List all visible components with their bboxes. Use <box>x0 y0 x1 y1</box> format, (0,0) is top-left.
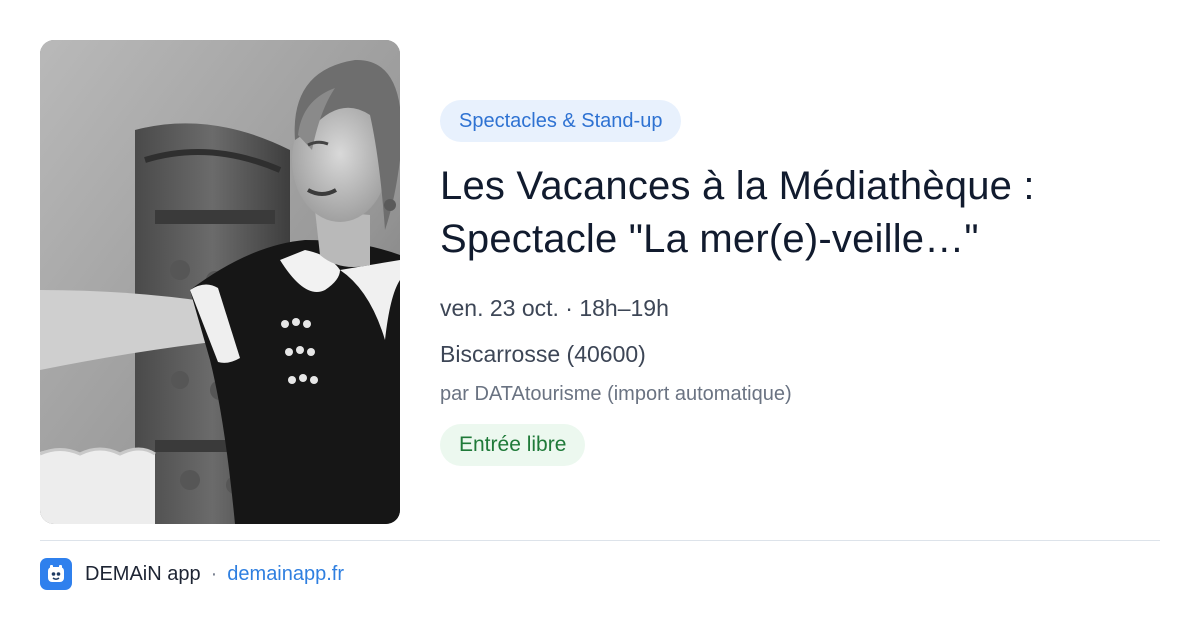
event-share-card: Spectacles & Stand-up Les Vacances à la … <box>0 0 1200 630</box>
event-source: par DATAtourisme (import automatique) <box>440 383 792 405</box>
event-title: Les Vacances à la Médiathèque : Spectacl… <box>440 160 1160 266</box>
footer: DEMAiN app · demainapp.fr <box>40 558 344 590</box>
event-location: Biscarrosse (40600) <box>440 341 646 367</box>
event-info: Spectacles & Stand-up Les Vacances à la … <box>440 100 1160 466</box>
footer-divider <box>40 540 1160 541</box>
price-badge: Entrée libre <box>440 424 586 466</box>
event-title-line-1: Les Vacances à la Médiathèque : <box>440 164 1035 208</box>
event-date: ven. 23 oct. · 18h–19h <box>440 295 669 321</box>
event-photo <box>40 40 400 524</box>
footer-separator: · <box>210 562 218 585</box>
demain-app-logo-icon <box>40 558 72 590</box>
category-badge[interactable]: Spectacles & Stand-up <box>440 100 682 142</box>
event-title-line-2: Spectacle "La mer(e)-veille…" <box>440 217 979 261</box>
app-name: DEMAiN app <box>85 562 201 585</box>
site-link[interactable]: demainapp.fr <box>227 563 344 586</box>
